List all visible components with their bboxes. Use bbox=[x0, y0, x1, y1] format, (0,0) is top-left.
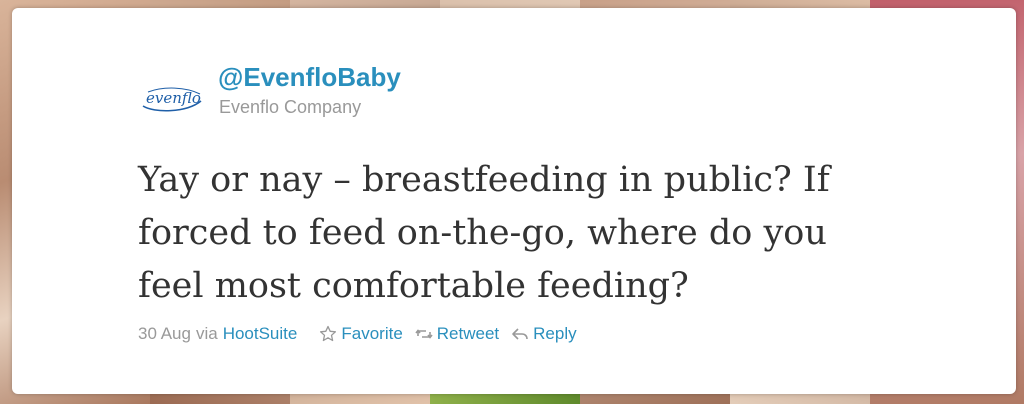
user-handle-link[interactable]: @EvenfloBaby bbox=[218, 62, 401, 93]
retweet-label: Retweet bbox=[436, 324, 500, 343]
reply-label: Reply bbox=[533, 324, 577, 343]
evenflo-logo[interactable]: evenflo bbox=[140, 84, 204, 114]
tweet-card: evenflo @EvenfloBaby Evenflo Company Yay… bbox=[12, 8, 1016, 394]
favorite-button[interactable]: Favorite bbox=[319, 324, 403, 344]
source-link[interactable]: HootSuite bbox=[223, 324, 298, 344]
star-outline-icon bbox=[319, 325, 337, 343]
user-full-name: Evenflo Company bbox=[219, 97, 362, 117]
reply-button[interactable]: Reply bbox=[511, 324, 577, 344]
tweet-date[interactable]: 30 Aug bbox=[138, 324, 191, 344]
retweet-icon bbox=[415, 325, 433, 343]
via-label: via bbox=[195, 324, 218, 343]
retweet-button[interactable]: Retweet bbox=[415, 324, 499, 344]
reply-arrow-icon bbox=[511, 325, 529, 343]
tweet-text: Yay or nay – breastfeeding in public? If… bbox=[138, 160, 830, 306]
tweet-meta-bar: 30 Aug via HootSuite Favorite Retweet Re… bbox=[138, 322, 589, 346]
logo-text: evenflo bbox=[146, 89, 201, 107]
favorite-label: Favorite bbox=[341, 324, 403, 343]
